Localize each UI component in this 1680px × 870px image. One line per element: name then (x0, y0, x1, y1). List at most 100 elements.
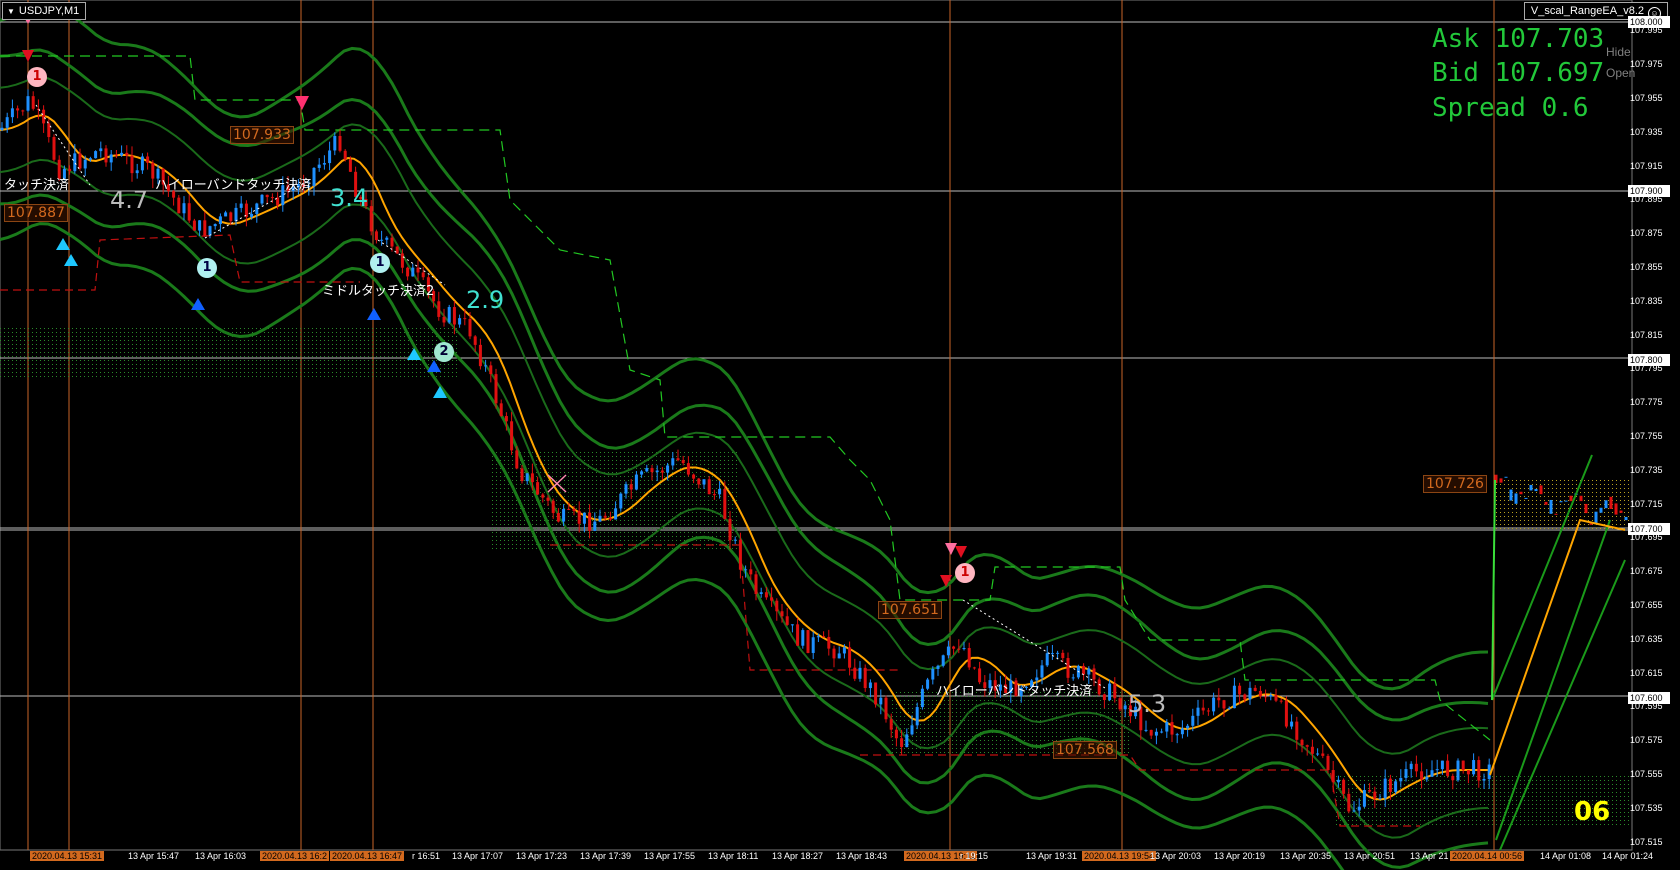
hide-button[interactable]: Hide (1606, 45, 1631, 59)
candle-body (1420, 771, 1424, 780)
candle-body (614, 508, 618, 520)
candle-body (546, 497, 550, 501)
entry-mark: 1 (955, 563, 975, 583)
candle-body (790, 624, 794, 626)
time-label: 13 Apr 21 (1410, 851, 1449, 861)
candle-body (1509, 489, 1513, 501)
candle-body (536, 482, 540, 495)
candle-body (629, 484, 633, 490)
candle-body (468, 319, 472, 337)
candle-body (827, 636, 831, 649)
candle-body (671, 458, 675, 466)
dashed-channel (0, 55, 1491, 741)
candle-body (1097, 679, 1101, 695)
time-label: 13 Apr 18:11 (708, 851, 759, 861)
candle-body (203, 220, 207, 236)
price-box: 107.651 (878, 601, 942, 619)
pips-result: 4.7 (110, 186, 149, 214)
candle-body (1149, 729, 1153, 736)
candle-body (728, 518, 732, 541)
candle-body (208, 226, 212, 236)
candle-body (192, 220, 196, 231)
candle-body (520, 468, 524, 482)
candle-body (770, 597, 774, 601)
candle-body (889, 719, 893, 730)
candle-body (884, 697, 888, 720)
candle-body (1217, 697, 1221, 701)
candle-body (369, 206, 373, 232)
candle-body (816, 636, 820, 638)
candle-body (582, 512, 586, 524)
candle-body (1368, 790, 1372, 792)
candle-body (1331, 770, 1335, 783)
candle-body (744, 569, 748, 571)
symbol-tab[interactable]: ▼ USDJPY,M1 (2, 2, 87, 20)
candle-body (853, 667, 857, 679)
candle-body (1409, 763, 1413, 770)
candle-body (1113, 683, 1117, 699)
candle-body (1040, 665, 1044, 678)
candle-body (1482, 778, 1486, 781)
candle-body (702, 479, 706, 485)
countdown-number: 06 (1574, 797, 1611, 827)
candle-body (1435, 769, 1439, 771)
candle-body (1118, 698, 1122, 710)
candle-body (343, 150, 347, 160)
candle-body (567, 509, 571, 511)
candle-body (749, 569, 753, 575)
price-tick: 107.675 (1630, 566, 1663, 577)
candle-body (1394, 781, 1398, 792)
price-level-label: 108.000 (1628, 16, 1670, 28)
candle-body (400, 253, 404, 268)
candle-body (26, 96, 30, 111)
candle-body (322, 163, 326, 165)
menu-triangle-icon[interactable]: ▼ (7, 4, 15, 20)
candle-body (260, 194, 264, 204)
candle-body (265, 194, 269, 198)
sell-arrow-icon (955, 546, 967, 558)
candle-body (1609, 496, 1613, 509)
candle-body (733, 539, 737, 541)
candle-body (1524, 497, 1528, 499)
candle-body (442, 316, 446, 323)
candle-body (234, 207, 238, 222)
candle-body (0, 127, 4, 130)
candle-body (484, 365, 488, 367)
price-tick: 107.835 (1630, 295, 1663, 306)
candle-body (1446, 760, 1450, 776)
candle-body (1212, 697, 1216, 712)
candle-body (645, 468, 649, 472)
candle-body (130, 155, 134, 174)
candle-body (317, 164, 321, 168)
candle-body (905, 734, 909, 748)
candle-body (1248, 687, 1252, 700)
candle-body (1624, 516, 1628, 521)
candle-body (1569, 495, 1573, 502)
candle-body (1305, 745, 1309, 747)
candle-body (754, 574, 758, 594)
exit-label: ハイローバンドタッチ決済 (936, 684, 1093, 699)
candle-body (1045, 653, 1049, 666)
spread-value: Spread 0.6 (1432, 93, 1589, 123)
candle-body (1347, 793, 1351, 812)
time-label: 2020.04.13 16:47 (330, 851, 405, 861)
candle-body (1160, 731, 1164, 733)
candle-body (848, 647, 852, 668)
candle-body (1378, 798, 1382, 800)
exit-label: タッチ決済 (4, 178, 70, 193)
candle-body (608, 517, 612, 520)
candle-body (187, 203, 191, 221)
candle-body (1414, 763, 1418, 772)
candle-body (1425, 776, 1429, 780)
candle-body (1087, 668, 1091, 675)
candle-body (718, 488, 722, 495)
candle-body (68, 168, 72, 172)
candle-body (697, 478, 701, 485)
candle-body (967, 648, 971, 668)
ma-projection (1489, 518, 1626, 776)
candle-body (333, 135, 337, 151)
candle-body (738, 539, 742, 570)
time-label: 13 Apr 20:35 (1280, 851, 1332, 861)
price-tick: 107.635 (1630, 633, 1663, 644)
candle-body (1108, 683, 1112, 700)
